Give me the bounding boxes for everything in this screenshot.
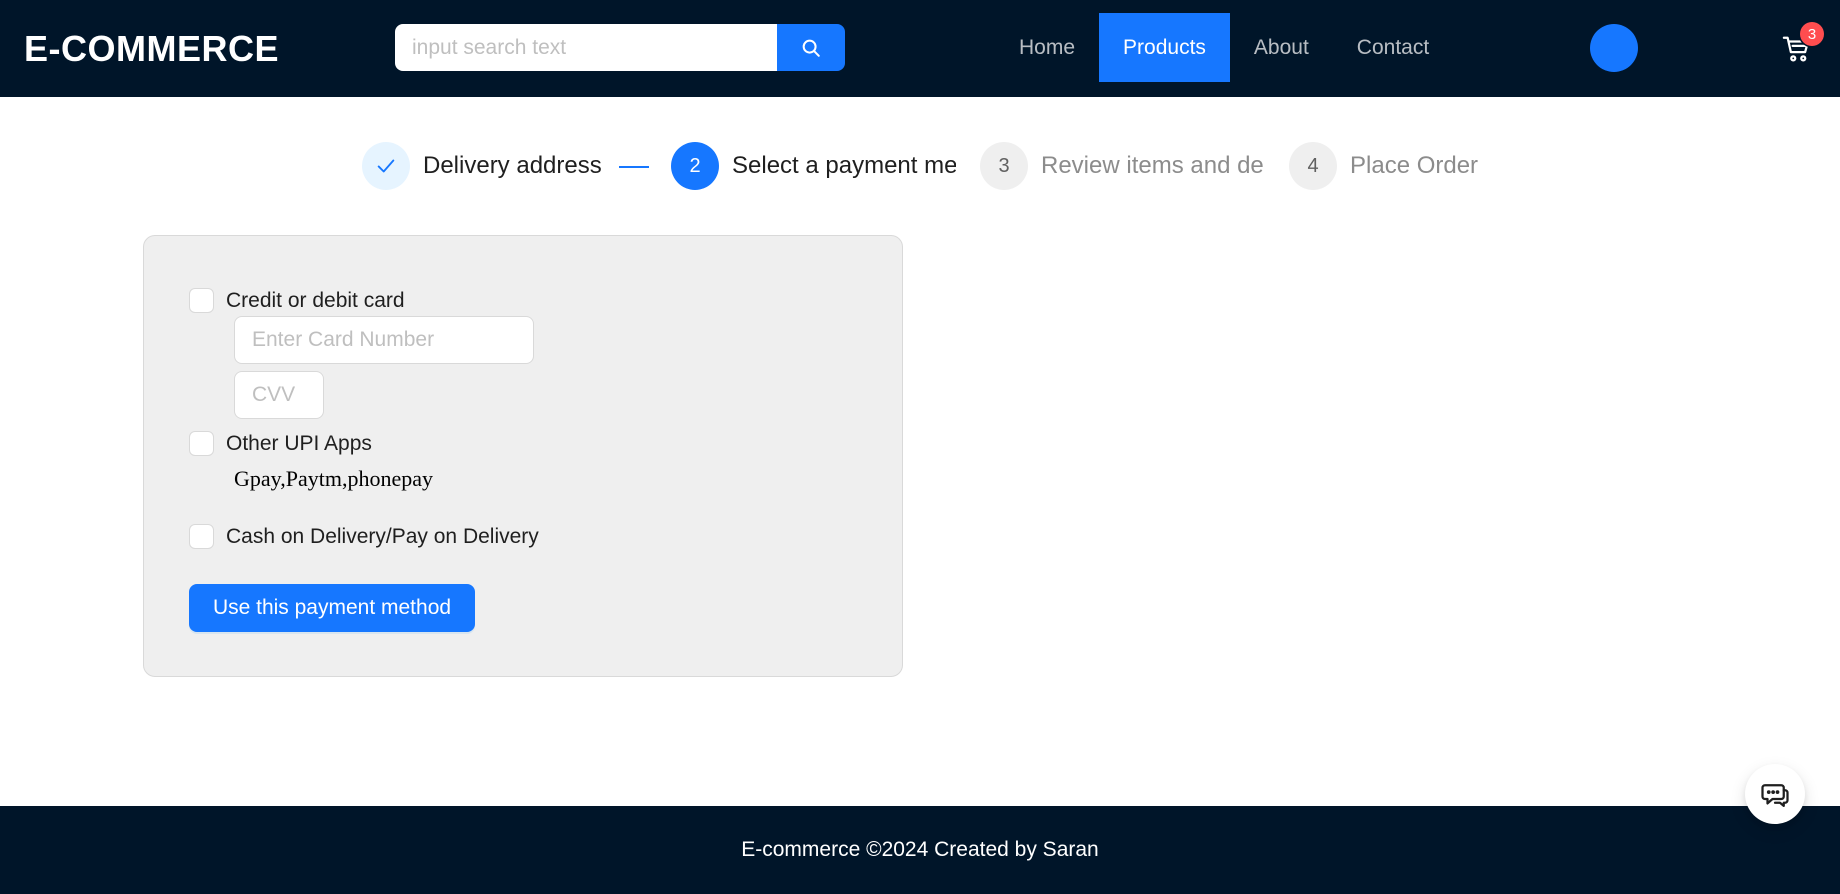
step-title: Delivery address — [423, 152, 602, 179]
search-button[interactable] — [777, 24, 845, 71]
use-payment-method-button[interactable]: Use this payment method — [189, 584, 475, 632]
step-title: Select a payment method — [732, 152, 956, 179]
user-avatar[interactable] — [1590, 24, 1638, 72]
nav-item-home[interactable]: Home — [995, 13, 1099, 82]
search-icon — [802, 39, 820, 57]
checkout-steps: Delivery address 2 Select a payment meth… — [362, 142, 1482, 190]
main-nav: Home Products About Contact — [995, 13, 1453, 82]
payment-method-card: Credit or debit card Other UPI Apps Gpay… — [143, 235, 903, 677]
credit-card-checkbox[interactable] — [189, 288, 214, 313]
footer-text: E-commerce ©2024 Created by Saran — [741, 838, 1099, 861]
search-bar — [395, 24, 845, 71]
option-label: Credit or debit card — [226, 288, 405, 312]
option-upi-apps[interactable]: Other UPI Apps — [189, 431, 372, 456]
check-icon — [377, 159, 395, 173]
nav-item-products[interactable]: Products — [1099, 13, 1230, 82]
site-logo[interactable]: E-COMMERCE — [24, 28, 279, 70]
nav-item-contact[interactable]: Contact — [1333, 13, 1453, 82]
page-footer: E-commerce ©2024 Created by Saran — [0, 806, 1840, 894]
chat-button[interactable] — [1745, 764, 1805, 824]
step-delivery-address: Delivery address — [362, 142, 611, 190]
step-number: 4 — [1289, 142, 1337, 190]
step-payment-method: 2 Select a payment method — [671, 142, 956, 190]
top-navbar: E-COMMERCE Home Products About Contact 3 — [0, 0, 1840, 97]
step-connector — [619, 166, 649, 168]
cvv-input[interactable] — [234, 371, 324, 419]
upi-checkbox[interactable] — [189, 431, 214, 456]
step-place-order: 4 Place Order — [1289, 142, 1510, 190]
step-done-indicator — [362, 142, 410, 190]
step-review-items: 3 Review items and delivery — [980, 142, 1265, 190]
option-credit-debit-card[interactable]: Credit or debit card — [189, 288, 405, 313]
search-input[interactable] — [395, 24, 777, 71]
upi-apps-list: Gpay,Paytm,phonepay — [234, 466, 433, 491]
cart-count-badge: 3 — [1800, 22, 1824, 46]
card-number-input[interactable] — [234, 316, 534, 364]
cod-checkbox[interactable] — [189, 524, 214, 549]
chat-icon — [1761, 784, 1789, 807]
option-label: Other UPI Apps — [226, 431, 372, 455]
option-label: Cash on Delivery/Pay on Delivery — [226, 524, 539, 548]
step-title: Review items and delivery — [1041, 152, 1265, 179]
nav-item-about[interactable]: About — [1230, 13, 1333, 82]
step-title: Place Order — [1350, 152, 1479, 179]
option-cash-on-delivery[interactable]: Cash on Delivery/Pay on Delivery — [189, 524, 539, 549]
step-number: 2 — [671, 142, 719, 190]
step-number: 3 — [980, 142, 1028, 190]
